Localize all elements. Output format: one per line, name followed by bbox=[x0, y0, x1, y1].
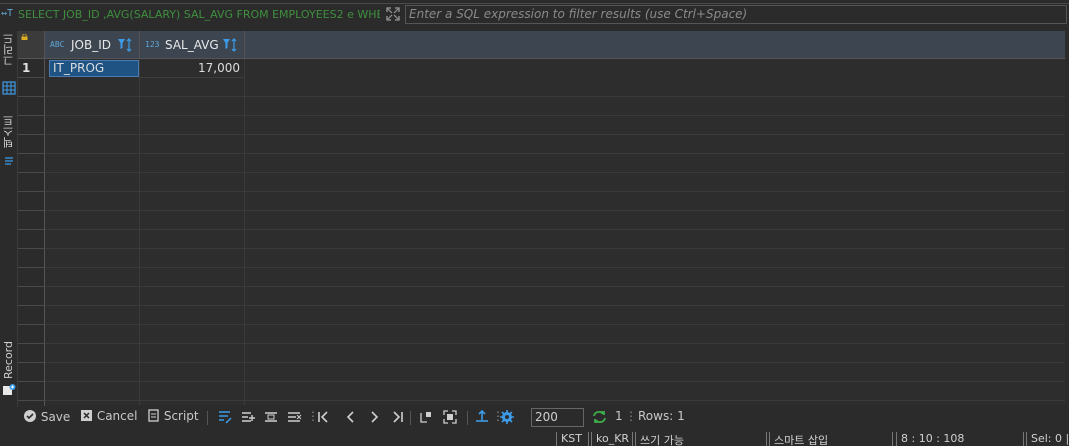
fetch-size-input[interactable]: 200 bbox=[531, 408, 584, 427]
empty-row-header bbox=[18, 230, 45, 249]
empty-row-header bbox=[18, 78, 45, 97]
empty-row-header bbox=[18, 344, 45, 363]
column-header-sal-avg[interactable]: 123 SAL_AVG bbox=[140, 31, 245, 59]
row-divider bbox=[45, 267, 1065, 268]
script-button[interactable]: Script bbox=[147, 409, 199, 427]
cell-sal-avg[interactable]: 17,000 bbox=[140, 59, 245, 78]
maximize-icon[interactable] bbox=[442, 409, 458, 427]
script-label: Script bbox=[163, 409, 199, 423]
grid-corner[interactable] bbox=[18, 31, 45, 59]
copy-row-icon[interactable] bbox=[263, 409, 279, 427]
save-button[interactable]: Save bbox=[23, 409, 70, 427]
cancel-button[interactable]: Cancel bbox=[80, 409, 137, 427]
view-switcher-sidebar: 그리드 텍스트 Record bbox=[0, 31, 18, 407]
rows-count: Rows: 1 bbox=[638, 409, 685, 423]
add-row-icon[interactable] bbox=[240, 409, 256, 427]
grid-icon[interactable] bbox=[0, 81, 17, 99]
row-divider bbox=[45, 229, 1065, 230]
tab-text-label: 텍스트 bbox=[1, 115, 15, 148]
cancel-label: Cancel bbox=[96, 409, 138, 423]
delete-row-icon[interactable] bbox=[286, 409, 302, 427]
empty-row-header bbox=[18, 249, 45, 268]
row-divider bbox=[45, 324, 1065, 325]
row-divider bbox=[45, 115, 1065, 116]
row-number-label: 1 bbox=[22, 61, 31, 75]
tab-grid-label: 그리드 bbox=[1, 33, 15, 66]
row-divider bbox=[45, 248, 1065, 249]
settings-gear-icon[interactable] bbox=[499, 409, 515, 427]
row-divider bbox=[45, 400, 1065, 401]
column-name: JOB_ID bbox=[71, 38, 111, 52]
row-divider bbox=[45, 96, 1065, 97]
row-divider bbox=[45, 172, 1065, 173]
filter-sort-icon[interactable] bbox=[117, 37, 133, 53]
script-icon bbox=[148, 409, 159, 422]
row-divider bbox=[45, 305, 1065, 306]
previous-page-icon[interactable] bbox=[342, 409, 358, 427]
empty-row-header bbox=[18, 287, 45, 306]
row-divider bbox=[45, 381, 1065, 382]
row-divider bbox=[45, 134, 1065, 135]
filter-input[interactable]: Enter a SQL expression to filter results… bbox=[405, 5, 1067, 24]
column-name: SAL_AVG bbox=[165, 38, 219, 52]
cell-job-id[interactable]: IT_PROG bbox=[49, 60, 139, 77]
column-divider bbox=[244, 59, 245, 405]
status-bar: KST ko_KR 쓰기 가능 스마트 삽입 8 : 10 : 108 Sel:… bbox=[0, 430, 1069, 446]
check-icon bbox=[24, 410, 36, 422]
sql-query-text[interactable]: SELECT JOB_ID ,AVG(SALARY) SAL_AVG FROM … bbox=[18, 8, 380, 21]
empty-row-header bbox=[18, 382, 45, 401]
expand-icon[interactable] bbox=[384, 6, 402, 22]
toggle-panels-icon[interactable] bbox=[418, 409, 434, 427]
filter-placeholder: Enter a SQL expression to filter results… bbox=[409, 7, 748, 21]
column-header-job-id[interactable]: ABC JOB_ID bbox=[45, 31, 140, 59]
column-divider bbox=[139, 59, 140, 405]
empty-row-header bbox=[18, 325, 45, 344]
string-type-icon: ABC bbox=[50, 40, 65, 49]
empty-row-header bbox=[18, 192, 45, 211]
refresh-icon[interactable] bbox=[591, 409, 608, 427]
results-toolbar: Save Cancel Script ⋮ ⋮ 200 1 ⋮ Rows: 1 bbox=[18, 406, 1069, 430]
divider bbox=[0, 3, 1069, 4]
filter-sort-icon[interactable] bbox=[222, 37, 238, 53]
filter-bar: ↔T SELECT JOB_ID ,AVG(SALARY) SAL_AVG FR… bbox=[0, 0, 1069, 30]
empty-row-header bbox=[18, 154, 45, 173]
header-filler bbox=[245, 31, 1065, 59]
empty-row-header bbox=[18, 268, 45, 287]
row-divider bbox=[45, 191, 1065, 192]
more-icon[interactable]: ⋮ bbox=[625, 409, 637, 427]
divider bbox=[207, 411, 208, 425]
divider bbox=[410, 411, 411, 425]
number-type-icon: 123 bbox=[145, 40, 160, 49]
row-divider bbox=[45, 362, 1065, 363]
last-page-icon[interactable] bbox=[390, 409, 406, 427]
tab-record-label: Record bbox=[2, 341, 15, 380]
row-divider bbox=[45, 286, 1065, 287]
record-icon[interactable] bbox=[0, 383, 17, 399]
cancel-icon bbox=[81, 410, 92, 421]
row-divider bbox=[45, 343, 1065, 344]
empty-row-header bbox=[18, 306, 45, 325]
divider bbox=[467, 411, 468, 425]
lock-icon bbox=[21, 34, 28, 40]
empty-row-header bbox=[18, 211, 45, 230]
row-divider bbox=[45, 210, 1065, 211]
results-grid[interactable]: ABC JOB_ID 123 SAL_AVG 1 IT_PROG 17,000 bbox=[18, 31, 1065, 420]
row-divider bbox=[45, 153, 1065, 154]
export-icon[interactable] bbox=[474, 409, 490, 427]
next-page-icon[interactable] bbox=[367, 409, 383, 427]
edit-cell-icon[interactable] bbox=[217, 409, 233, 427]
empty-row-header bbox=[18, 97, 45, 116]
first-page-icon[interactable] bbox=[315, 409, 331, 427]
empty-row-header bbox=[18, 116, 45, 135]
empty-row-header bbox=[18, 135, 45, 154]
row-number[interactable]: 1 bbox=[18, 59, 45, 78]
empty-row-header bbox=[18, 363, 45, 382]
save-label: Save bbox=[40, 410, 71, 424]
sql-query-icon[interactable]: ↔T bbox=[1, 8, 13, 19]
text-view-icon[interactable] bbox=[0, 155, 17, 169]
fetched-count: 1 bbox=[615, 409, 623, 423]
empty-row-header bbox=[18, 173, 45, 192]
